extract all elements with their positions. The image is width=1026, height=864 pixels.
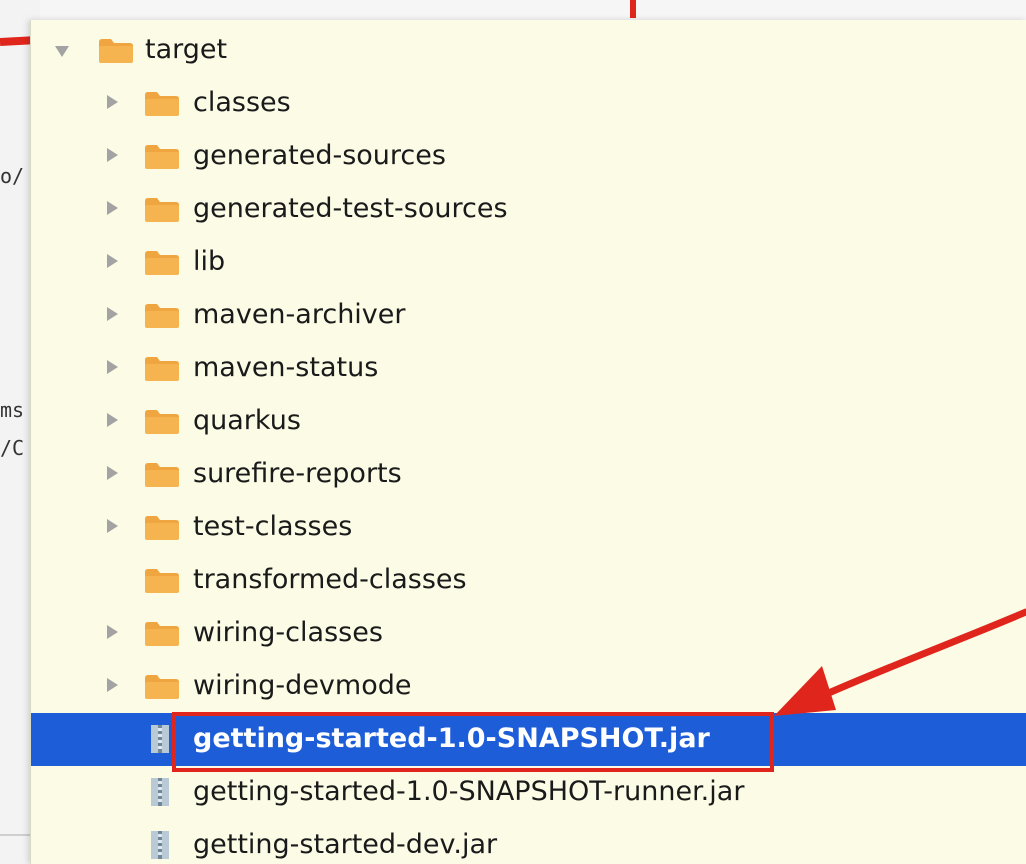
tree-item-label: getting-started-1.0-SNAPSHOT.jar bbox=[193, 723, 710, 754]
tree-item-jar-dev[interactable]: getting-started-dev.jar bbox=[31, 819, 1026, 864]
collapsed-arrow-icon[interactable] bbox=[107, 201, 118, 215]
jar-archive-icon bbox=[151, 725, 169, 753]
tree-item-maven-status[interactable]: maven-status bbox=[31, 342, 1026, 395]
background-title-bar bbox=[0, 0, 1026, 22]
tree-item-lib[interactable]: lib bbox=[31, 236, 1026, 289]
background-text-fragment: ms bbox=[0, 398, 25, 422]
tree-item-transformed-classes[interactable]: transformed-classes bbox=[31, 554, 1026, 607]
jar-archive-icon bbox=[151, 778, 169, 806]
screenshot-stage: o/ ms /C target classes generated-source… bbox=[0, 0, 1026, 864]
collapsed-arrow-icon[interactable] bbox=[107, 466, 118, 480]
tree-item-jar-selected[interactable]: getting-started-1.0-SNAPSHOT.jar bbox=[31, 713, 1026, 766]
collapsed-arrow-icon[interactable] bbox=[107, 307, 118, 321]
collapsed-arrow-icon[interactable] bbox=[107, 254, 118, 268]
tree-item-label: maven-archiver bbox=[193, 299, 406, 330]
tree-item-classes[interactable]: classes bbox=[31, 77, 1026, 130]
tree-item-surefire-reports[interactable]: surefire-reports bbox=[31, 448, 1026, 501]
tree-item-test-classes[interactable]: test-classes bbox=[31, 501, 1026, 554]
collapsed-arrow-icon[interactable] bbox=[107, 413, 118, 427]
collapsed-arrow-icon[interactable] bbox=[107, 678, 118, 692]
tree-item-generated-sources[interactable]: generated-sources bbox=[31, 130, 1026, 183]
collapsed-arrow-icon[interactable] bbox=[107, 625, 118, 639]
collapsed-arrow-icon[interactable] bbox=[107, 519, 118, 533]
tree-item-label: surefire-reports bbox=[193, 458, 402, 489]
tree-item-generated-test-sources[interactable]: generated-test-sources bbox=[31, 183, 1026, 236]
folder-icon bbox=[145, 357, 179, 381]
collapsed-arrow-icon[interactable] bbox=[107, 360, 118, 374]
expanded-arrow-icon[interactable] bbox=[55, 46, 69, 57]
tree-item-label: target bbox=[145, 34, 228, 65]
folder-icon bbox=[145, 410, 179, 434]
background-text-fragment: /C bbox=[0, 436, 25, 460]
tree-item-maven-archiver[interactable]: maven-archiver bbox=[31, 289, 1026, 342]
tree-item-label: getting-started-dev.jar bbox=[193, 829, 498, 860]
folder-icon bbox=[145, 145, 179, 169]
tree-item-label: getting-started-1.0-SNAPSHOT-runner.jar bbox=[193, 776, 745, 807]
tree-item-label: transformed-classes bbox=[193, 564, 467, 595]
tree-item-label: test-classes bbox=[193, 511, 353, 542]
jar-archive-icon bbox=[151, 831, 169, 859]
tree-item-label: generated-test-sources bbox=[193, 193, 508, 224]
tree-item-wiring-classes[interactable]: wiring-classes bbox=[31, 607, 1026, 660]
annotation-mark-top bbox=[630, 0, 636, 18]
tree-item-label: generated-sources bbox=[193, 140, 446, 171]
tree-item-label: maven-status bbox=[193, 352, 379, 383]
folder-icon bbox=[145, 622, 179, 646]
tree-item-label: classes bbox=[193, 87, 291, 118]
tree-item-wiring-devmode[interactable]: wiring-devmode bbox=[31, 660, 1026, 713]
folder-icon bbox=[145, 92, 179, 116]
folder-icon bbox=[145, 675, 179, 699]
folder-icon bbox=[145, 569, 179, 593]
project-tree-panel[interactable]: target classes generated-sources generat… bbox=[30, 20, 1026, 864]
tree-item-label: wiring-devmode bbox=[193, 670, 412, 701]
tree-item-quarkus[interactable]: quarkus bbox=[31, 395, 1026, 448]
folder-icon bbox=[145, 463, 179, 487]
background-text-fragment: o/ bbox=[0, 164, 25, 188]
folder-icon bbox=[145, 251, 179, 275]
folder-icon bbox=[145, 198, 179, 222]
folder-icon bbox=[145, 304, 179, 328]
collapsed-arrow-icon[interactable] bbox=[107, 95, 118, 109]
tree-item-label: wiring-classes bbox=[193, 617, 383, 648]
collapsed-arrow-icon[interactable] bbox=[107, 148, 118, 162]
tree-item-label: lib bbox=[193, 246, 226, 277]
folder-icon bbox=[145, 516, 179, 540]
folder-icon bbox=[99, 39, 133, 63]
tree-item-target[interactable]: target bbox=[31, 24, 1026, 77]
tree-item-label: quarkus bbox=[193, 405, 301, 436]
tree-item-jar-runner[interactable]: getting-started-1.0-SNAPSHOT-runner.jar bbox=[31, 766, 1026, 819]
